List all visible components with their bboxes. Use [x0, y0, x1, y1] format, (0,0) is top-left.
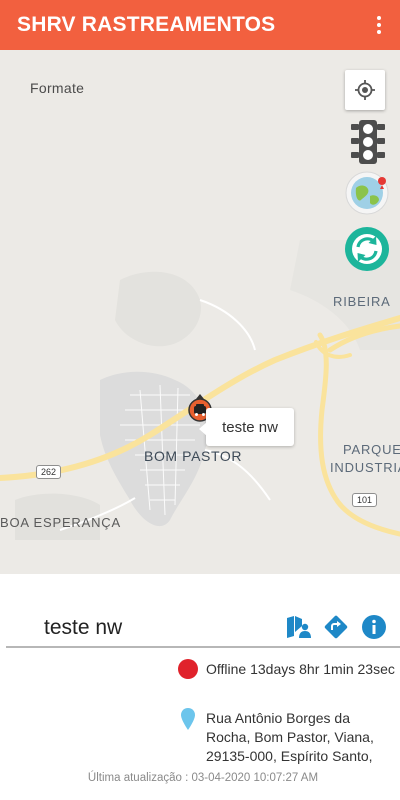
vehicle-name: teste nw: [44, 616, 123, 639]
street-view-icon: [287, 616, 311, 638]
refresh-icon: [345, 227, 389, 271]
directions-button[interactable]: [323, 614, 349, 640]
map-label-ribeira: RIBEIRA: [333, 294, 391, 309]
map-label-industria: INDUSTRIA: [330, 460, 400, 475]
panel-divider: [6, 646, 400, 648]
globe-icon: [345, 171, 389, 215]
map-label-bom-pastor: BOM PASTOR: [144, 448, 243, 464]
status-offline-icon: [178, 659, 198, 679]
marker-callout[interactable]: teste nw: [199, 408, 294, 446]
info-icon: [362, 615, 386, 639]
my-location-icon: [355, 80, 375, 100]
status-text: Offline 13days 8hr 1min 23sec: [206, 661, 395, 677]
app-title: SHRV RASTREAMENTOS: [17, 13, 276, 36]
street-view-button[interactable]: [285, 614, 311, 640]
refresh-button[interactable]: [344, 226, 390, 272]
map-label-boa-esperanca: BOA ESPERANÇA: [0, 515, 121, 530]
road-shield-262: 262: [36, 465, 62, 479]
road-shield-101: 101: [352, 493, 378, 507]
map-label-parque: PARQUE: [343, 442, 400, 457]
my-location-button[interactable]: [345, 70, 385, 110]
more-vert-icon[interactable]: [372, 10, 386, 40]
address-text: Rua Antônio Borges da Rocha, Bom Pastor,…: [206, 710, 374, 764]
location-pin-icon: [181, 708, 195, 730]
map-label-formate: Formate: [30, 80, 85, 96]
traffic-light-icon: [351, 120, 385, 164]
marker-callout-label: teste nw: [222, 418, 278, 436]
traffic-toggle-button[interactable]: [350, 118, 386, 166]
info-button[interactable]: [361, 614, 387, 640]
directions-icon: [324, 615, 348, 639]
map-background: [0, 240, 400, 540]
app-bar: SHRV RASTREAMENTOS: [0, 0, 400, 50]
map-type-button[interactable]: [344, 170, 390, 216]
vehicle-details-panel: teste nw Offline 13days 8hr 1min 23sec R…: [0, 574, 400, 800]
map-view[interactable]: Formate RIBEIRA PARQUE INDUSTRIA BOM PAS…: [0, 50, 400, 574]
last-update-text: Última atualização : 03-04-2020 10:07:27…: [87, 772, 319, 784]
